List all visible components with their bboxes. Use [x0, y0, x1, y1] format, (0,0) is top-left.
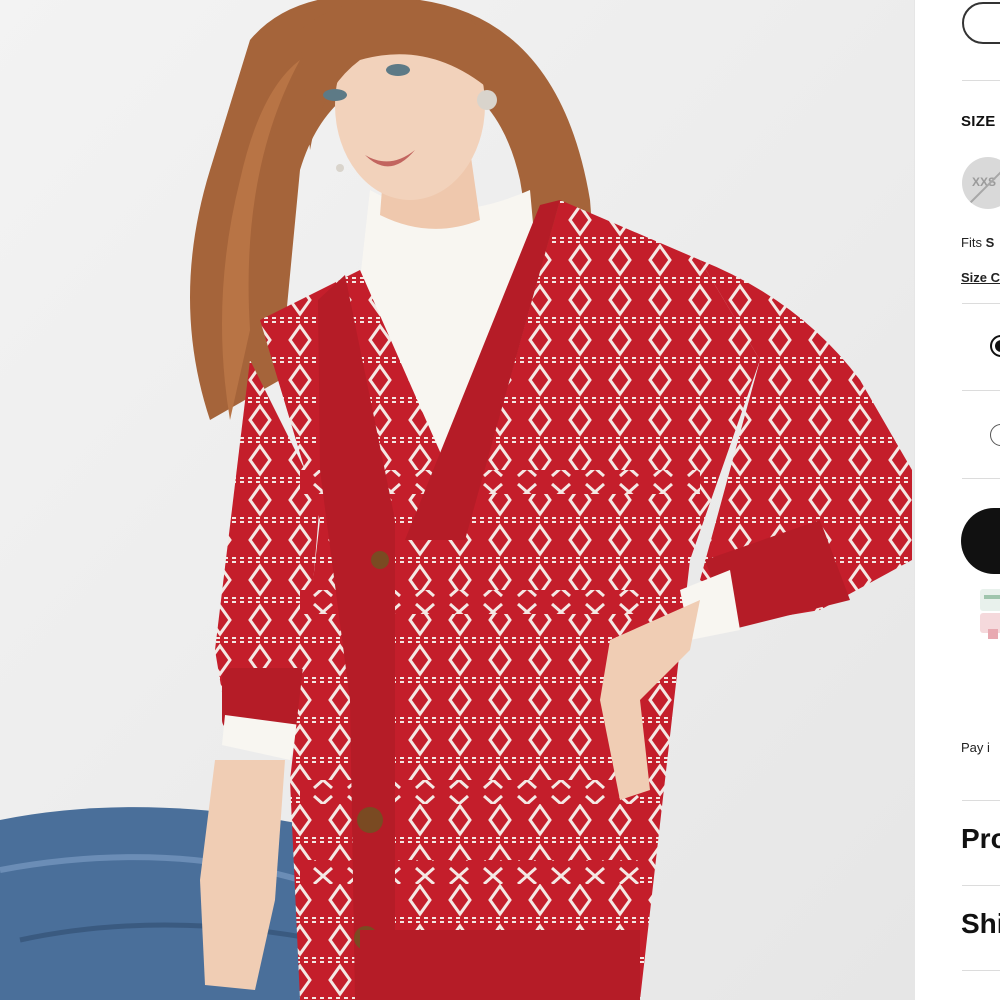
section-divider [962, 80, 1000, 81]
section-divider [962, 390, 1000, 391]
section-divider [962, 800, 1000, 801]
delivery-option-radio[interactable] [990, 424, 1000, 446]
color-swatch-pill[interactable] [962, 2, 1000, 44]
product-image[interactable] [0, 0, 914, 1000]
accordion-shipping[interactable]: Shi [961, 908, 1000, 940]
add-to-bag-button[interactable] [961, 508, 1000, 574]
model-photo-illustration [0, 0, 914, 1000]
fits-text: Fits S [961, 235, 994, 250]
size-guide-link[interactable]: Size C [961, 270, 1000, 285]
section-divider [962, 970, 1000, 971]
section-divider [962, 885, 1000, 886]
accordion-product-details[interactable]: Pro [961, 823, 1000, 855]
section-divider [962, 303, 1000, 304]
pay-in-installments-text: Pay i [961, 740, 990, 755]
product-details-panel: SIZE XXS Fits S Size C Pay i Pro Shi [915, 0, 1000, 1000]
section-divider [962, 478, 1000, 479]
fits-value: S [985, 235, 995, 250]
fits-prefix: Fits [961, 235, 982, 250]
size-option-xxs[interactable]: XXS [962, 157, 1000, 209]
size-heading: SIZE [961, 113, 996, 130]
delivery-option-radio-selected[interactable] [990, 335, 1000, 357]
payment-logo-icon [980, 589, 1000, 639]
